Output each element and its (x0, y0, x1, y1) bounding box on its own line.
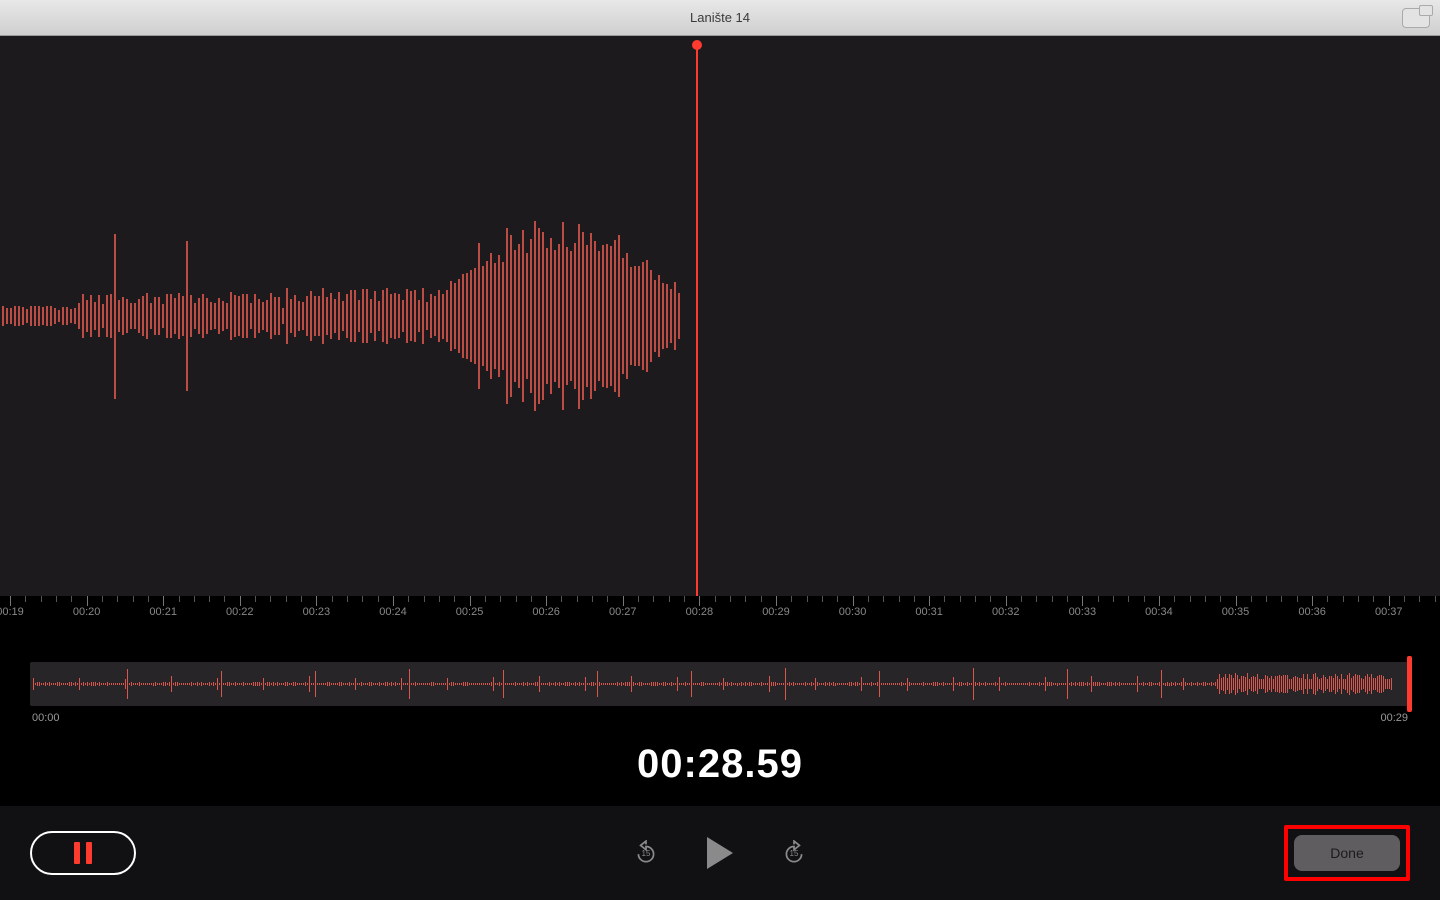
skip-forward-button[interactable]: 15 (781, 840, 807, 866)
ruler-label: 00:20 (73, 606, 101, 618)
ruler-label: 00:37 (1375, 606, 1403, 618)
play-button[interactable] (707, 837, 733, 869)
pip-icon[interactable] (1402, 8, 1430, 28)
skip-back-seconds: 15 (642, 849, 651, 858)
ruler-label: 00:21 (149, 606, 177, 618)
window-titlebar: Lanište 14 (0, 0, 1440, 36)
overview-section: 00:00 00:29 (0, 626, 1440, 724)
ruler-label: 00:35 (1222, 606, 1250, 618)
overview-start-label: 00:00 (32, 712, 60, 724)
ruler-label: 00:24 (379, 606, 407, 618)
playhead[interactable] (696, 44, 698, 596)
ruler-label: 00:25 (456, 606, 484, 618)
pause-icon-bar (86, 842, 92, 864)
overview-end-label: 00:29 (1380, 712, 1408, 724)
waveform-main-area[interactable] (0, 36, 1440, 596)
skip-forward-seconds: 15 (790, 849, 799, 858)
ruler-label: 00:22 (226, 606, 254, 618)
ruler-label: 00:31 (915, 606, 943, 618)
overview-waveform[interactable] (30, 662, 1410, 706)
ruler-label: 00:32 (992, 606, 1020, 618)
pause-button[interactable] (30, 831, 136, 875)
time-display: 00:28.59 (0, 742, 1440, 787)
ruler-label: 00:33 (1069, 606, 1097, 618)
ruler-label: 00:34 (1145, 606, 1173, 618)
ruler-label: 00:30 (839, 606, 867, 618)
done-highlight: Done (1284, 825, 1410, 881)
time-ruler[interactable]: 00:19 00:20 00:21 00:22 00:23 00:24 00:25 00:26… (0, 596, 1440, 626)
window-title: Lanište 14 (690, 10, 750, 25)
ruler-label: 00:19 (0, 606, 24, 618)
bottom-toolbar: 15 15 Done (0, 806, 1440, 900)
center-controls: 15 15 (633, 837, 807, 869)
ruler-label: 00:26 (532, 606, 560, 618)
ruler-label: 00:36 (1298, 606, 1326, 618)
ruler-label: 00:28 (686, 606, 714, 618)
pause-icon-bar (74, 842, 80, 864)
ruler-label: 00:27 (609, 606, 637, 618)
waveform-large (0, 156, 1440, 476)
ruler-label: 00:23 (303, 606, 331, 618)
done-button[interactable]: Done (1294, 835, 1400, 871)
overview-cursor[interactable] (1407, 656, 1412, 712)
skip-back-button[interactable]: 15 (633, 840, 659, 866)
ruler-label: 00:29 (762, 606, 790, 618)
